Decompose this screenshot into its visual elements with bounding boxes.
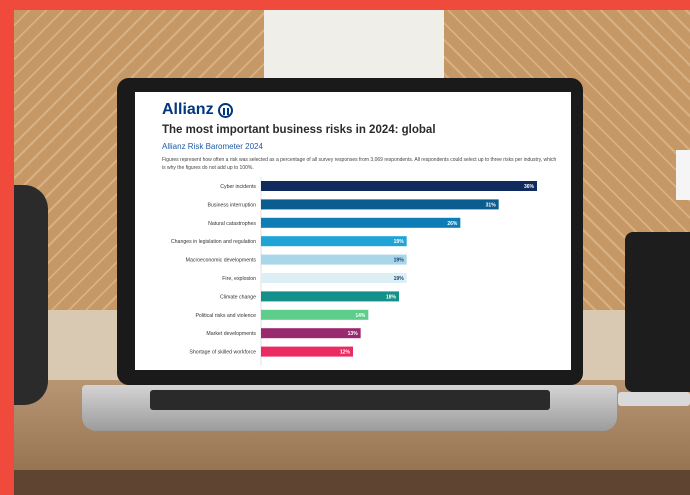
bar [261,217,461,228]
monitor-stand [618,392,690,406]
category-label: Business interruption [208,202,257,208]
value-label: 19% [394,239,405,245]
speaker [14,185,48,405]
laptop-screen: Allianz The most important business risk… [135,92,571,370]
category-label: Fire, explosion [222,276,256,282]
bar [261,181,537,191]
category-label: Climate change [220,294,256,300]
value-label: 18% [386,294,397,300]
monitor [625,232,690,392]
category-label: Market developments [206,331,256,337]
bar-chart: Cyber incidents 36% Business interruption 3… [171,177,537,365]
keyboard [150,390,550,410]
category-label: Changes in legislation and regulation [171,239,256,245]
value-label: 13% [348,331,359,337]
value-label: 12% [340,350,351,356]
value-label: 19% [394,276,405,282]
bar [261,309,369,320]
value-label: 26% [447,221,458,227]
frame-left [0,0,14,495]
category-label: Political risks and violence [195,313,256,319]
bar [261,199,499,210]
value-label: 36% [524,184,535,190]
desk-edge [14,470,690,495]
category-label: Macroeconomic developments [186,258,257,264]
value-label: 19% [394,258,405,264]
category-label: Cyber incidents [220,184,256,190]
bar [261,291,399,302]
frame-top [0,0,690,10]
bar [261,236,407,247]
lamp [676,150,690,200]
category-label: Shortage of skilled workforce [189,350,256,356]
bar [261,273,407,283]
bar [261,254,407,265]
value-label: 31% [486,202,497,208]
value-label: 14% [355,313,366,319]
bar [261,328,361,339]
category-label: Natural catastrophes [208,221,256,227]
